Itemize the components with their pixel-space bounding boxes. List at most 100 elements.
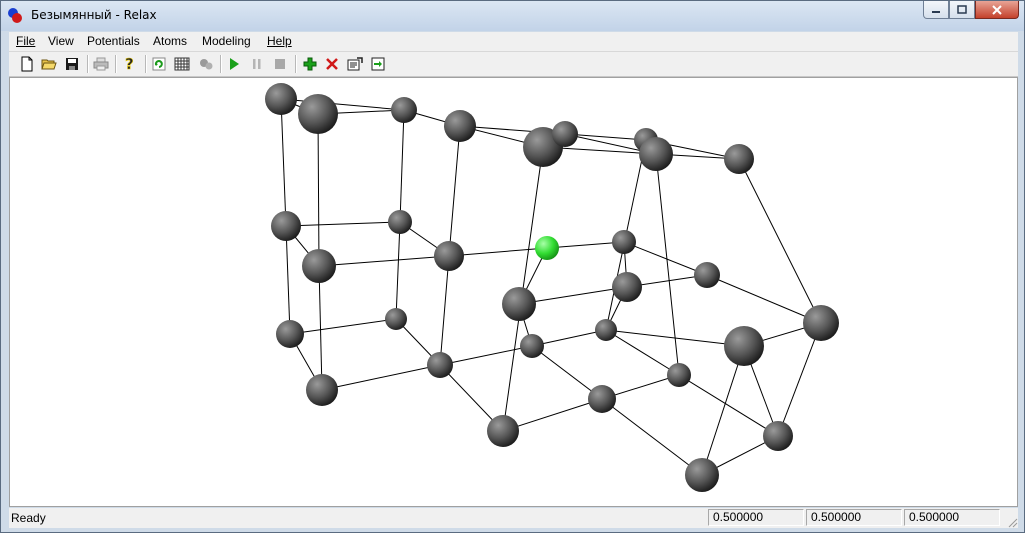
toolbar-separator xyxy=(220,55,222,73)
open-folder-icon xyxy=(41,59,57,70)
atom-sphere[interactable] xyxy=(595,319,617,341)
open-button[interactable] xyxy=(40,55,58,73)
minimize-button[interactable] xyxy=(923,1,949,19)
toolbar-separator xyxy=(295,55,297,73)
bond-line xyxy=(285,225,291,335)
restore-icon xyxy=(957,4,967,14)
bond-line xyxy=(678,374,779,437)
resize-grip-icon[interactable] xyxy=(1006,516,1018,528)
bond-line xyxy=(439,255,450,366)
bond-line xyxy=(317,113,320,267)
atom-sphere[interactable] xyxy=(520,334,544,358)
atom-sphere[interactable] xyxy=(444,110,476,142)
atom-sphere[interactable] xyxy=(724,326,764,366)
menu-modeling-label: Modeling xyxy=(202,34,251,48)
atom-sphere[interactable] xyxy=(803,305,839,341)
gears-button[interactable] xyxy=(197,55,215,73)
crystal-structure-canvas[interactable] xyxy=(10,78,1017,506)
bond-line xyxy=(701,345,745,476)
toolbar-separator xyxy=(145,55,147,73)
help-button[interactable]: ? xyxy=(121,55,139,73)
refresh-icon xyxy=(152,57,166,71)
atom-sphere[interactable] xyxy=(612,230,636,254)
toolbar-separator xyxy=(87,55,89,73)
atom-sphere[interactable] xyxy=(302,249,336,283)
menu-potentials[interactable]: Potentials xyxy=(87,34,140,48)
delete-atom-button[interactable] xyxy=(323,55,341,73)
status-value-1: 0.500000 xyxy=(708,509,804,526)
bond-line xyxy=(285,221,401,227)
grid-button[interactable] xyxy=(173,55,191,73)
bond-line xyxy=(777,322,822,437)
menu-potentials-label: Potentials xyxy=(87,34,140,48)
atom-sphere[interactable] xyxy=(694,262,720,288)
title-bar[interactable]: Безымянный - Relax xyxy=(1,1,1024,31)
help-icon: ? xyxy=(125,56,134,72)
atom-sphere[interactable] xyxy=(391,97,417,123)
atom-sphere[interactable] xyxy=(271,211,301,241)
bond-line xyxy=(448,125,461,257)
minimize-icon xyxy=(932,10,940,13)
print-icon xyxy=(93,57,109,71)
toolbar-separator xyxy=(115,55,117,73)
pause-icon xyxy=(253,59,261,69)
atom-sphere[interactable] xyxy=(724,144,754,174)
atom-sphere[interactable] xyxy=(685,458,719,492)
properties-icon xyxy=(347,57,363,71)
status-value-2: 0.500000 xyxy=(806,509,902,526)
atom-sphere[interactable] xyxy=(639,137,673,171)
menu-view-label: View xyxy=(48,34,74,48)
bond-line xyxy=(399,109,405,223)
menu-atoms[interactable]: Atoms xyxy=(153,34,187,48)
play-button[interactable] xyxy=(225,55,243,73)
stop-button[interactable] xyxy=(271,55,289,73)
atom-sphere[interactable] xyxy=(276,320,304,348)
atom-sphere[interactable] xyxy=(588,385,616,413)
atom-sphere[interactable] xyxy=(265,83,297,115)
svg-text:?: ? xyxy=(125,56,134,72)
menu-help-label: Help xyxy=(267,34,292,48)
bond-line xyxy=(318,255,450,267)
menu-modeling[interactable]: Modeling xyxy=(202,34,251,48)
atom-sphere[interactable] xyxy=(306,374,338,406)
atom-sphere[interactable] xyxy=(552,121,578,147)
menu-help[interactable]: Help xyxy=(267,34,292,48)
refresh-button[interactable] xyxy=(150,55,168,73)
app-window: Безымянный - Relax File View Potentials … xyxy=(0,0,1025,533)
atom-sphere[interactable] xyxy=(427,352,453,378)
properties-button[interactable] xyxy=(346,55,364,73)
pause-button[interactable] xyxy=(248,55,266,73)
atom-sphere[interactable] xyxy=(487,415,519,447)
maximize-button[interactable] xyxy=(949,1,975,19)
atom-sphere[interactable] xyxy=(763,421,793,451)
bond-line xyxy=(289,318,397,335)
status-bar: Ready 0.500000 0.500000 0.500000 xyxy=(9,508,1018,528)
menu-file[interactable]: File xyxy=(16,34,35,48)
save-button[interactable] xyxy=(63,55,81,73)
atom-sphere[interactable] xyxy=(388,210,412,234)
atom-sphere[interactable] xyxy=(298,94,338,134)
atoms-group xyxy=(265,83,839,492)
bond-line xyxy=(318,265,323,391)
crystal-viewport[interactable] xyxy=(9,77,1018,507)
atom-sphere[interactable] xyxy=(502,287,536,321)
atom-sphere[interactable] xyxy=(612,272,642,302)
new-button[interactable] xyxy=(18,55,36,73)
add-atom-button[interactable] xyxy=(301,55,319,73)
play-icon xyxy=(230,58,239,70)
bond-line xyxy=(738,158,822,324)
export-button[interactable] xyxy=(369,55,387,73)
print-button[interactable] xyxy=(92,55,110,73)
menu-atoms-label: Atoms xyxy=(153,34,188,48)
selected-atom[interactable] xyxy=(535,236,559,260)
close-button[interactable] xyxy=(975,1,1019,19)
export-icon xyxy=(371,57,385,71)
atom-sphere[interactable] xyxy=(667,363,691,387)
caption-buttons xyxy=(923,1,1019,21)
gears-icon xyxy=(200,59,213,70)
menu-view[interactable]: View xyxy=(48,34,74,48)
atom-sphere[interactable] xyxy=(434,241,464,271)
bond-line xyxy=(321,364,441,391)
atom-sphere[interactable] xyxy=(385,308,407,330)
save-icon xyxy=(66,58,78,70)
